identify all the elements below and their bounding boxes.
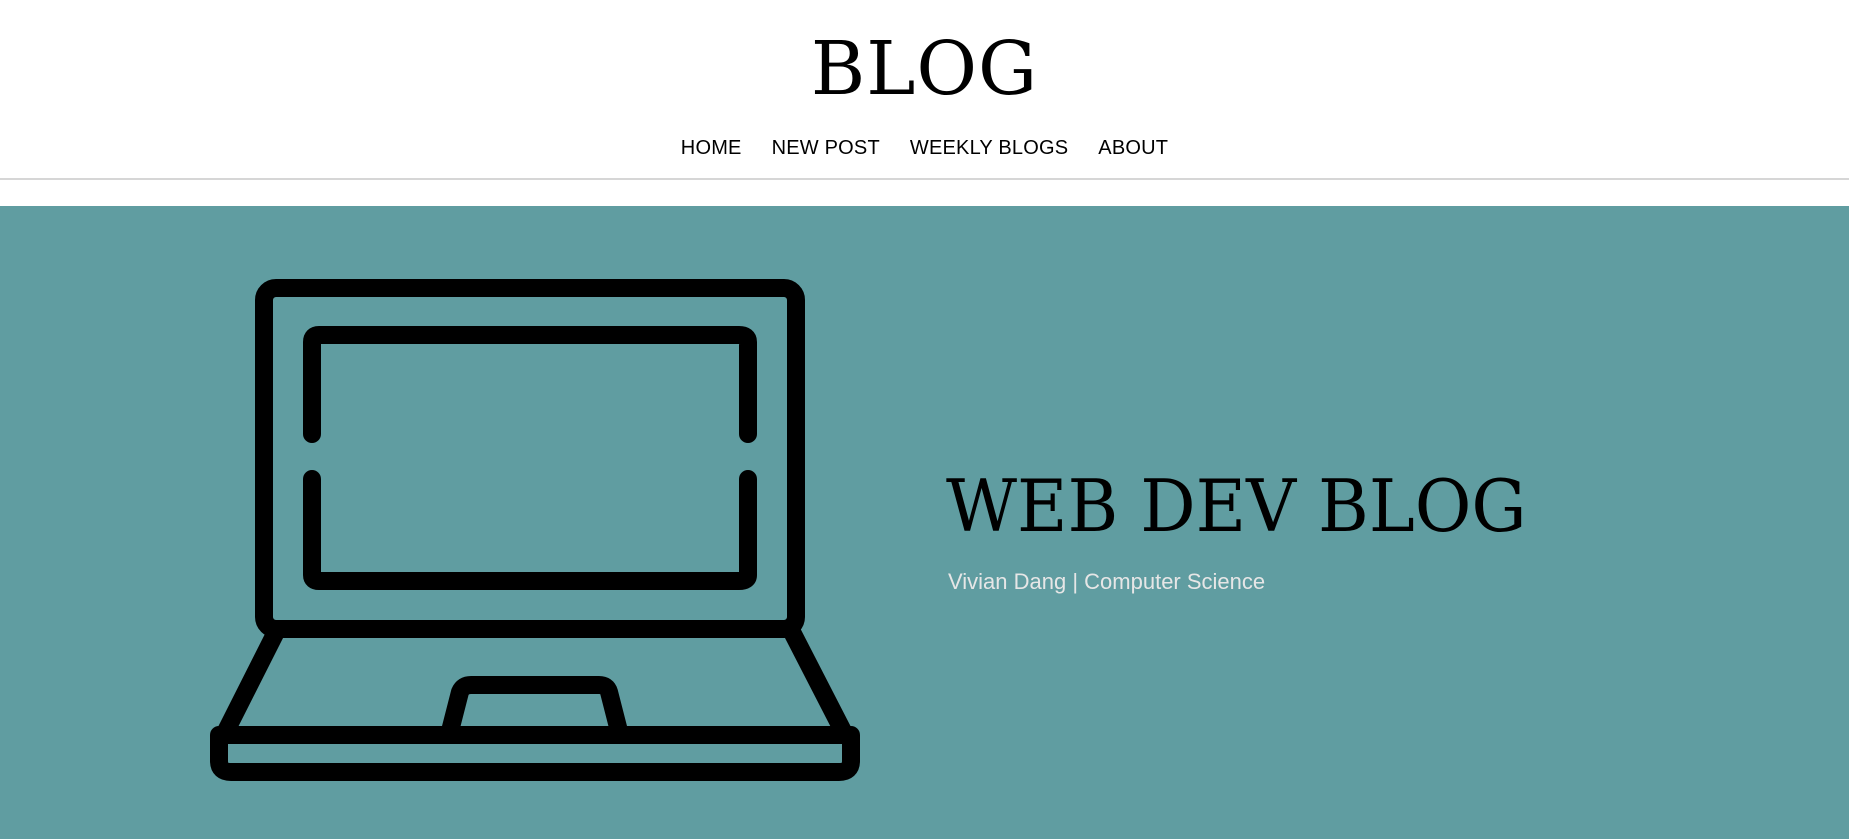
hero-banner: WEB DEV BLOG Vivian Dang | Computer Scie… <box>0 206 1849 839</box>
main-nav: HOME NEW POST WEEKLY BLOGS ABOUT <box>0 134 1849 162</box>
laptop-icon <box>210 279 860 781</box>
site-header: BLOG HOME NEW POST WEEKLY BLOGS ABOUT <box>0 0 1849 180</box>
nav-item-about[interactable]: ABOUT <box>1098 134 1168 162</box>
hero-title: WEB DEV BLOG <box>946 464 1527 548</box>
nav-item-home[interactable]: HOME <box>681 134 742 162</box>
nav-item-weekly-blogs[interactable]: WEEKLY BLOGS <box>910 134 1068 162</box>
hero-subtitle: Vivian Dang | Computer Science <box>948 569 1266 594</box>
nav-item-new-post[interactable]: NEW POST <box>772 134 880 162</box>
site-title: BLOG <box>810 26 1039 112</box>
